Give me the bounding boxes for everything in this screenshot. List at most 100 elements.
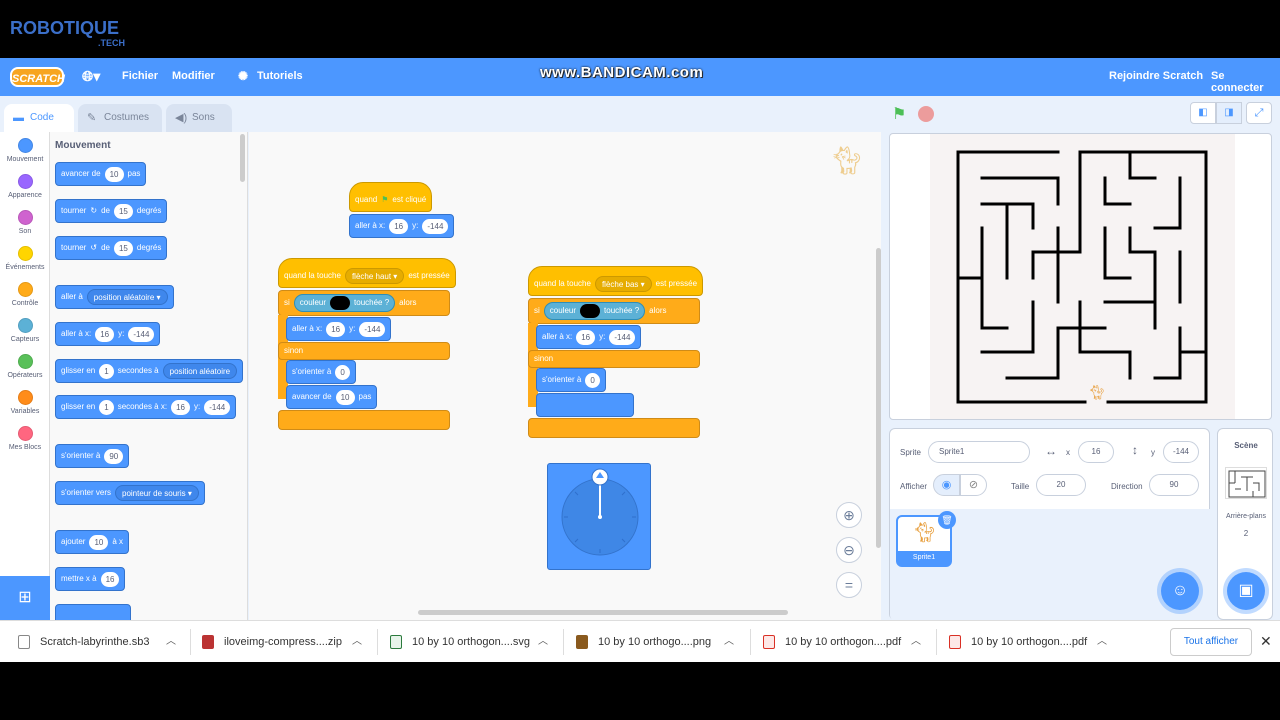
block-dropdown[interactable]: flèche haut ▾	[344, 268, 405, 284]
green-flag-icon[interactable]: ⚑	[892, 104, 906, 124]
chevron-up-icon[interactable]: ︿	[352, 621, 362, 663]
block-when-key-pressed[interactable]: quand la touche flèche bas ▾ est pressée	[528, 266, 704, 296]
block-partial[interactable]	[55, 604, 131, 620]
direction-dial[interactable]	[548, 464, 652, 571]
block-glide-to[interactable]: glisser en 1 secondes à position aléatoi…	[55, 359, 244, 383]
block-goto-xy[interactable]: aller à x: 16 y: -144	[349, 214, 455, 238]
block-goto-xy[interactable]: aller à x: 16 y: -144	[536, 325, 642, 349]
sprite-cat-icon[interactable]: 🐈︎	[1088, 384, 1106, 401]
block-point-direction[interactable]: s'orienter à 0	[286, 360, 356, 384]
block-input[interactable]: 90	[104, 448, 124, 464]
block-turn-left[interactable]: tourner ↺ de 15 degrés	[55, 236, 168, 260]
block-move-steps[interactable]: avancer de 10 pas	[286, 385, 378, 409]
block-when-key-pressed[interactable]: quand la touche flèche haut ▾ est pressé…	[278, 258, 456, 288]
chevron-up-icon[interactable]: ︿	[724, 621, 734, 663]
choose-sprite-button[interactable]: ☺︎	[1161, 572, 1199, 610]
color-swatch[interactable]	[330, 296, 351, 310]
download-item[interactable]: 10 by 10 orthogo....png ︿	[576, 621, 741, 663]
tab-costumes[interactable]: ✎ Costumes	[78, 104, 162, 132]
menu-edit[interactable]: Modifier	[172, 70, 215, 82]
direction-dial-popup[interactable]	[547, 463, 651, 570]
block-move-steps[interactable]: avancer de 10 pas	[55, 162, 147, 186]
horizontal-scrollbar[interactable]	[418, 610, 788, 615]
normal-stage-button[interactable]: ◨	[1216, 102, 1242, 124]
menu-file[interactable]: Fichier	[122, 70, 158, 82]
block-input[interactable]: 1	[99, 399, 114, 415]
block-input[interactable]: 10	[335, 389, 355, 405]
download-item[interactable]: 10 by 10 orthogon....pdf ︿	[763, 621, 928, 663]
block-if-else[interactable]: si couleur touchée ? alors	[278, 290, 450, 316]
block-input[interactable]: 16	[100, 571, 120, 587]
block-turn-right[interactable]: tourner ↻ de 15 degrés	[55, 199, 168, 223]
stage-canvas[interactable]: 🐈︎	[889, 133, 1272, 420]
chevron-up-icon[interactable]: ︿	[1097, 621, 1107, 663]
block-goto-xy[interactable]: aller à x: 16 y: -144	[286, 317, 392, 341]
block-input[interactable]: 0	[335, 364, 350, 380]
block-input[interactable]: 16	[389, 218, 409, 234]
show-sprite-button[interactable]: ◉	[933, 474, 960, 496]
category-motion[interactable]: Mouvement	[0, 138, 50, 163]
close-icon[interactable]: ✕	[1260, 633, 1272, 650]
zoom-reset-button[interactable]: =	[836, 572, 862, 598]
delete-sprite-button[interactable]: 🗑︎	[938, 511, 956, 529]
add-extension-button[interactable]: ⊞	[0, 576, 50, 620]
size-input[interactable]: 20	[1036, 474, 1086, 496]
category-variables[interactable]: Variables	[0, 390, 50, 415]
block-glide-xy[interactable]: glisser en 1 secondes à x: 16 y: -144	[55, 395, 237, 419]
menu-tutorials[interactable]: Tutoriels	[257, 70, 303, 82]
category-events[interactable]: Événements	[0, 246, 50, 271]
chevron-up-icon[interactable]: ︿	[538, 621, 548, 663]
block-input[interactable]: 16	[326, 321, 346, 337]
block-dropdown[interactable]: position aléatoire	[162, 363, 238, 379]
block-when-flag-clicked[interactable]: quand ⚑ est cliqué	[349, 182, 433, 212]
block-input[interactable]: 1	[99, 363, 114, 379]
block-input[interactable]: 10	[104, 166, 124, 182]
join-scratch-link[interactable]: Rejoindre Scratch	[1109, 70, 1203, 82]
tab-sounds[interactable]: ◀) Sons	[166, 104, 232, 132]
stop-icon[interactable]	[918, 106, 934, 122]
scratch-logo[interactable]: SCRATCH	[10, 67, 65, 87]
block-input[interactable]: -144	[128, 326, 155, 342]
download-item[interactable]: Scratch-labyrinthe.sb3 ︿	[18, 621, 183, 663]
category-looks[interactable]: Apparence	[0, 174, 50, 199]
block-input[interactable]: 0	[585, 372, 600, 388]
direction-input[interactable]: 90	[1149, 474, 1199, 496]
block-point-direction[interactable]: s'orienter à 90	[55, 444, 130, 468]
download-item[interactable]: iloveimg-compress....zip ︿	[202, 621, 367, 663]
show-all-button[interactable]: Tout afficher	[1170, 628, 1252, 656]
category-operators[interactable]: Opérateurs	[0, 354, 50, 379]
download-item[interactable]: 10 by 10 orthogon....svg ︿	[390, 621, 555, 663]
block-dropdown[interactable]: position aléatoire ▾	[86, 289, 168, 305]
block-goto[interactable]: aller à position aléatoire ▾	[55, 285, 174, 309]
block-input[interactable]: -144	[609, 329, 636, 345]
choose-backdrop-button[interactable]: ▣	[1227, 572, 1265, 610]
vertical-scrollbar[interactable]	[876, 248, 881, 548]
block-touching-color[interactable]: couleur touchée ?	[543, 302, 646, 320]
sign-in-link[interactable]: Se connecter	[1211, 70, 1280, 94]
category-control[interactable]: Contrôle	[0, 282, 50, 307]
zoom-in-button[interactable]: ⊕	[836, 502, 862, 528]
block-change-x[interactable]: ajouter 10 à x	[55, 530, 130, 554]
stage-selector[interactable]: Scène Arrière-plans 2 ▣	[1217, 428, 1273, 620]
fullscreen-button[interactable]: ⤢	[1246, 102, 1272, 124]
hide-sprite-button[interactable]: ⊘	[960, 474, 987, 496]
backdrop-thumbnail[interactable]	[1225, 467, 1267, 499]
block-move-steps[interactable]	[536, 393, 634, 417]
block-input[interactable]: -144	[422, 218, 449, 234]
block-input[interactable]: 16	[171, 399, 190, 415]
zoom-out-button[interactable]: ⊖	[836, 537, 862, 563]
category-my-blocks[interactable]: Mes Blocs	[0, 426, 50, 451]
y-input[interactable]: -144	[1163, 441, 1199, 463]
block-goto-xy[interactable]: aller à x: 16 y: -144	[55, 322, 161, 346]
download-item[interactable]: 10 by 10 orthogon....pdf ︿	[949, 621, 1114, 663]
block-dropdown[interactable]: pointeur de souris ▾	[115, 485, 199, 501]
block-input[interactable]: 10	[89, 534, 109, 550]
block-input[interactable]: -144	[359, 321, 386, 337]
block-input[interactable]: 15	[113, 240, 133, 256]
block-point-direction[interactable]: s'orienter à 0	[536, 368, 606, 392]
chevron-up-icon[interactable]: ︿	[166, 621, 176, 663]
block-if-else[interactable]: si couleur touchée ? alors	[528, 298, 700, 324]
block-set-x[interactable]: mettre x à 16	[55, 567, 126, 591]
block-point-towards[interactable]: s'orienter vers pointeur de souris ▾	[55, 481, 205, 505]
small-stage-button[interactable]: ◧	[1190, 102, 1216, 124]
